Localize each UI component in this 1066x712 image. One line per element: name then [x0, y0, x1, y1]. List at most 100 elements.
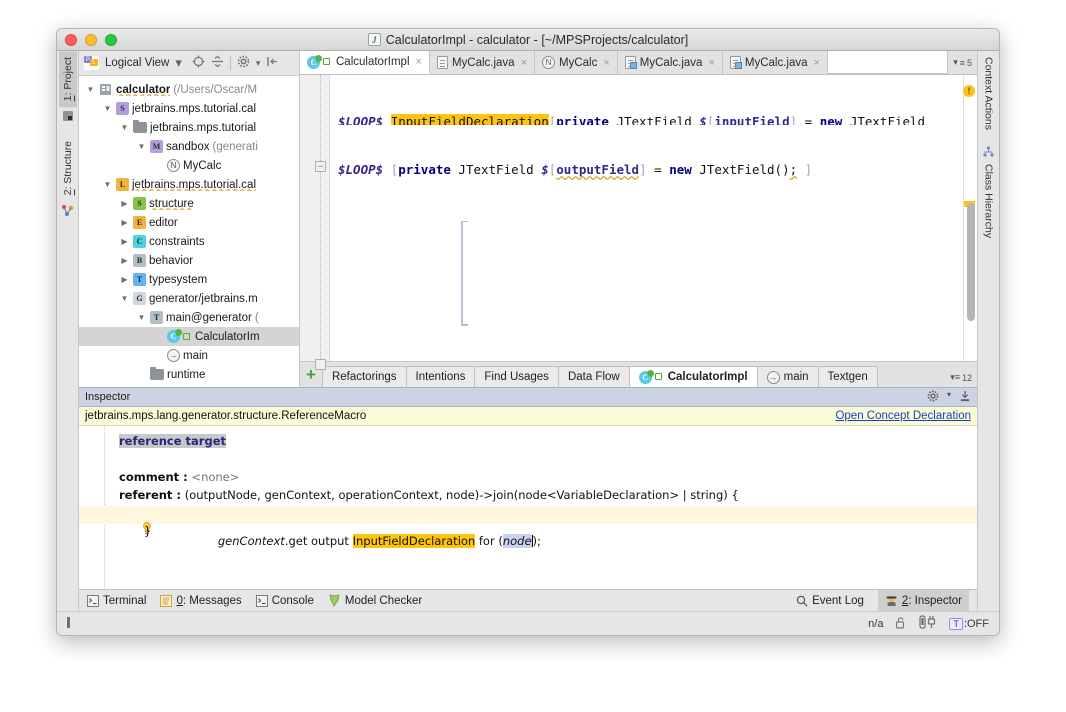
tree-item-jetbrains-mps-tutorial-cal[interactable]: ▼ Ljetbrains.mps.tutorial.cal	[79, 175, 299, 194]
tool-window-label: Console	[271, 594, 314, 607]
tree-item-main[interactable]: → main	[79, 346, 299, 365]
tool-window-button-terminal[interactable]: Terminal	[87, 594, 146, 607]
close-tab-icon[interactable]: ×	[521, 57, 527, 69]
tree-item-generator-jetbrains-m[interactable]: ▼ Ggenerator/jetbrains.m	[79, 289, 299, 308]
inspector-line-comment: comment : <none>	[79, 470, 977, 488]
hide-icon[interactable]	[959, 390, 971, 405]
tree-item-label: typesystem	[149, 273, 208, 286]
tool-window-button-0-messages[interactable]: 0: Messages	[160, 594, 242, 607]
error-stripe[interactable]: !	[963, 75, 977, 361]
tree-item-runtime[interactable]: runtime	[79, 365, 299, 384]
close-tab-icon[interactable]: ×	[814, 57, 820, 69]
sidebar-item-context-actions[interactable]: Context Actions	[980, 51, 998, 136]
tree-item-mycalc[interactable]: N MyCalc	[79, 156, 299, 175]
editor-tab-mycalc-java[interactable]: MyCalc.java ×	[617, 51, 723, 74]
hint-tab-main[interactable]: → main	[756, 366, 819, 387]
circle-n-icon: N	[542, 56, 556, 69]
locate-icon[interactable]	[192, 55, 205, 71]
editor-scrollbar[interactable]	[967, 203, 975, 321]
code-editor[interactable]: $LOOP$ InputFieldDeclaration[private JTe…	[330, 75, 963, 361]
tree-item-suffix: (generati	[212, 140, 258, 153]
tree-item-label: main@generator	[166, 311, 252, 324]
tree-item-label: CalculatorIm	[195, 330, 260, 343]
chevron-right-icon[interactable]: ▶	[119, 237, 130, 246]
fold-collapse-icon[interactable]: −	[315, 161, 326, 172]
badge-s-green: S	[133, 197, 146, 210]
sidebar-item-class-hierarchy[interactable]: Class Hierarchy	[980, 136, 998, 244]
inspector-editor[interactable]: reference target comment : <none> refere…	[79, 426, 977, 589]
close-tab-icon[interactable]: ×	[416, 56, 422, 68]
hint-tab-calculatorimpl[interactable]: C CalculatorImpl	[628, 366, 758, 387]
tree-item-structure[interactable]: ▶ Sstructure	[79, 194, 299, 213]
hint-tab-refactorings[interactable]: Refactorings	[321, 366, 407, 387]
editor-tab-calculatorimpl[interactable]: C CalculatorImpl ×	[300, 51, 430, 74]
close-tab-icon[interactable]: ×	[603, 57, 609, 69]
tool-window-button-model-checker[interactable]: Model Checker	[328, 594, 422, 607]
tree-item-jetbrains-mps-tutorial-cal[interactable]: ▼ Sjetbrains.mps.tutorial.cal	[79, 99, 299, 118]
tree-item-label: sandbox	[166, 140, 210, 153]
editor-tab-overflow[interactable]: ▾ ≡ 5	[947, 51, 977, 74]
tree-item-behavior[interactable]: ▶ Bbehavior	[79, 251, 299, 270]
tool-window-button-console[interactable]: Console	[255, 594, 314, 607]
fold-end-icon[interactable]	[315, 359, 326, 370]
java-module-icon: J	[367, 33, 381, 46]
editor-tab-bar[interactable]: C CalculatorImpl × MyCalc.java × N MyCalc × MyCa…	[300, 51, 977, 75]
gear-icon[interactable]	[237, 55, 250, 71]
chevron-down-icon[interactable]: ▾	[947, 390, 951, 405]
tree-item-jetbrains-mps-tutorial[interactable]: ▼ jetbrains.mps.tutorial	[79, 118, 299, 137]
status-na: n/a	[868, 617, 884, 630]
chevron-down-icon[interactable]: ▾	[256, 58, 261, 69]
chevron-down-icon[interactable]: ▾	[175, 55, 182, 71]
tree-item-calculator[interactable]: ▼ calculator (/Users/Oscar/M	[79, 80, 299, 99]
tree-item-typesystem[interactable]: ▶ Ttypesystem	[79, 270, 299, 289]
open-concept-declaration-link[interactable]: Open Concept Declaration	[835, 410, 971, 422]
editor-tab-mycalc-java[interactable]: MyCalc.java ×	[429, 51, 536, 74]
sidebar-item-project[interactable]: 1: Project	[58, 51, 77, 108]
expand-icon[interactable]	[266, 55, 279, 71]
sidebar-item-structure[interactable]: 2: Structure	[59, 135, 77, 201]
close-tab-icon[interactable]: ×	[708, 57, 714, 69]
chevron-down-icon[interactable]: ▼	[85, 85, 96, 94]
badge-b-gray: B	[133, 254, 146, 267]
comment-value[interactable]: <none>	[191, 470, 239, 484]
hint-tab-overflow[interactable]: ▾≡ 12	[950, 372, 977, 387]
editor-tab-mycalc[interactable]: N MyCalc ×	[535, 51, 618, 74]
tree-item-main-generator[interactable]: ▼ Tmain@generator (	[79, 308, 299, 327]
folder-icon	[133, 120, 147, 133]
chevron-down-icon[interactable]: ▼	[102, 180, 113, 189]
hint-tab-find-usages[interactable]: Find Usages	[474, 366, 559, 387]
chevron-right-icon[interactable]: ▶	[119, 199, 130, 208]
tree-item-calculatorim[interactable]: C CalculatorIm	[79, 327, 299, 346]
chevron-down-icon[interactable]: ▼	[136, 313, 147, 322]
project-tree[interactable]: ▼ calculator (/Users/Oscar/M ▼ Sjetbrains.m…	[79, 76, 299, 387]
tool-window-button-2-inspector[interactable]: 2: Inspector	[877, 590, 969, 611]
inspector-line-body[interactable]: genContext.get output InputFieldDeclarat…	[79, 506, 977, 548]
referent-label: referent :	[119, 488, 182, 502]
chevron-down-icon[interactable]: ▼	[119, 123, 130, 132]
power-plug-icon[interactable]	[919, 615, 937, 632]
chevron-down-icon[interactable]: ▾	[953, 57, 958, 68]
editor-tab-mycalc-java[interactable]: MyCalc.java ×	[722, 51, 828, 74]
tool-window-button-event-log[interactable]: Event Log	[796, 595, 864, 607]
editor-gutter[interactable]: −	[300, 75, 330, 370]
chevron-down-icon[interactable]: ▼	[102, 104, 113, 113]
intention-bulb-icon[interactable]	[91, 508, 151, 535]
hint-tab-intentions[interactable]: Intentions	[405, 366, 476, 387]
collapse-all-icon[interactable]	[211, 55, 224, 71]
tree-item-editor[interactable]: ▶ Eeditor	[79, 213, 299, 232]
chevron-right-icon[interactable]: ▶	[119, 256, 130, 265]
chevron-down-icon[interactable]: ▼	[136, 142, 147, 151]
chevron-right-icon[interactable]: ▶	[119, 218, 130, 227]
hint-tab-textgen[interactable]: Textgen	[817, 366, 878, 387]
hint-tab-data-flow[interactable]: Data Flow	[557, 366, 630, 387]
chevron-down-icon[interactable]: ▼	[119, 294, 130, 303]
tree-item-sandbox[interactable]: ▼ Msandbox (generati	[79, 137, 299, 156]
tree-item-constraints[interactable]: ▶ Cconstraints	[79, 232, 299, 251]
t-badge[interactable]: T	[949, 617, 963, 630]
unlock-icon[interactable]	[895, 616, 907, 632]
view-mode-label[interactable]: Logical View	[105, 57, 169, 69]
warning-marker-icon[interactable]: !	[963, 85, 975, 97]
tree-item-all-models[interactable]: ▶all models	[79, 384, 299, 387]
gear-icon[interactable]	[927, 390, 939, 405]
chevron-right-icon[interactable]: ▶	[119, 275, 130, 284]
